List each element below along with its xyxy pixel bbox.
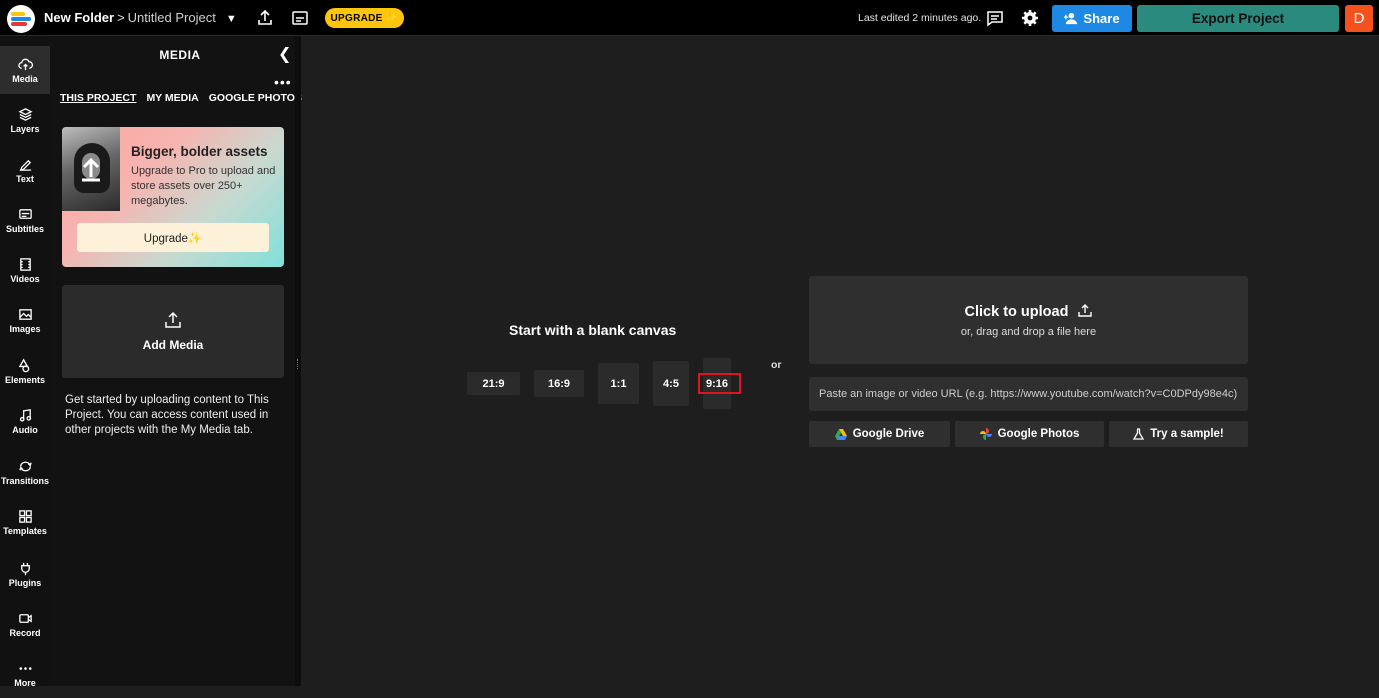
help-text: Get started by uploading content to This… bbox=[65, 394, 269, 436]
breadcrumb-separator: > bbox=[117, 10, 125, 25]
audio-icon bbox=[19, 408, 31, 422]
promo-image bbox=[62, 127, 120, 211]
tab-this-project[interactable]: THIS PROJECT bbox=[60, 92, 136, 104]
share-button[interactable]: Share bbox=[1052, 5, 1132, 32]
tab-google-photos[interactable]: GOOGLE PHOTOS bbox=[209, 92, 302, 104]
upgrade-button[interactable]: UPGRADE ✨ bbox=[325, 8, 404, 28]
media-icon bbox=[17, 58, 33, 70]
subtitles-toolbar-icon[interactable] bbox=[291, 9, 309, 27]
breadcrumb: New Folder > Untitled Project ▼ bbox=[44, 10, 237, 25]
project-name[interactable]: Untitled Project bbox=[128, 10, 216, 25]
rail-item-plugins[interactable]: Plugins bbox=[0, 550, 50, 598]
rail-item-text[interactable]: Text bbox=[0, 146, 50, 194]
add-media-label: Add Media bbox=[142, 338, 204, 352]
add-person-icon bbox=[1064, 12, 1078, 25]
google-photos-button[interactable]: Google Photos bbox=[955, 421, 1104, 447]
top-bar: New Folder > Untitled Project ▼ UPGRADE ✨ L… bbox=[0, 0, 1379, 36]
upload-subtitle: or, drag and drop a file here bbox=[960, 326, 1097, 338]
upload-title: Click to upload bbox=[809, 303, 1248, 320]
ratio-21-9-button[interactable]: 21:9 bbox=[467, 372, 520, 395]
media-panel: MEDIA ❮ ••• THIS PROJECT MY MEDIA GOOGLE… bbox=[50, 36, 302, 686]
rail-item-transitions[interactable]: Transitions bbox=[0, 448, 50, 496]
record-icon bbox=[18, 613, 32, 623]
ratio-16-9-button[interactable]: 16:9 bbox=[534, 370, 584, 397]
google-drive-label: Google Drive bbox=[852, 428, 925, 440]
google-drive-icon bbox=[834, 428, 847, 440]
elements-icon bbox=[18, 358, 29, 372]
rail-item-record[interactable]: Record bbox=[0, 600, 50, 648]
rail-label: Record bbox=[9, 627, 41, 638]
rail-label: Media bbox=[12, 73, 38, 84]
breadcrumb-folder[interactable]: New Folder bbox=[44, 10, 114, 25]
blank-canvas-title: Start with a blank canvas bbox=[509, 322, 677, 338]
rail-item-media[interactable]: Media bbox=[0, 46, 50, 94]
export-project-button[interactable]: Export Project bbox=[1137, 5, 1339, 32]
rail-item-videos[interactable]: Videos bbox=[0, 246, 50, 294]
rail-label: Transitions bbox=[0, 475, 49, 486]
tab-my-media[interactable]: MY MEDIA bbox=[146, 92, 198, 104]
upload-icon bbox=[165, 311, 181, 328]
add-media-button[interactable]: Add Media bbox=[62, 285, 284, 378]
try-sample-button[interactable]: Try a sample! bbox=[1109, 421, 1248, 447]
more-icon bbox=[19, 666, 31, 670]
rail-label: Text bbox=[16, 173, 34, 184]
panel-resize-handle[interactable] bbox=[295, 36, 301, 686]
rail-label: Templates bbox=[3, 525, 47, 536]
rail-label: Videos bbox=[10, 273, 40, 284]
left-rail: Media Layers Text Subtitles Videos Image… bbox=[0, 36, 50, 688]
rail-item-subtitles[interactable]: Subtitles bbox=[0, 196, 50, 244]
ratio-1-1-button[interactable]: 1:1 bbox=[598, 363, 639, 404]
last-edited-status: Last edited 2 minutes ago. bbox=[858, 12, 982, 24]
avatar[interactable]: D bbox=[1345, 5, 1373, 32]
try-sample-label: Try a sample! bbox=[1150, 428, 1224, 440]
google-drive-button[interactable]: Google Drive bbox=[809, 421, 950, 447]
rail-label: Elements bbox=[4, 374, 46, 385]
upload-dropzone[interactable]: Click to upload or, drag and drop a file… bbox=[809, 276, 1248, 364]
templates-icon bbox=[18, 509, 32, 523]
rail-item-images[interactable]: Images bbox=[0, 296, 50, 344]
upload-arrow-icon bbox=[82, 157, 100, 182]
share-label: Share bbox=[1083, 11, 1120, 26]
plugins-icon bbox=[20, 562, 30, 575]
comments-icon[interactable] bbox=[986, 9, 1004, 27]
gear-icon[interactable] bbox=[1021, 9, 1039, 27]
google-photos-label: Google Photos bbox=[997, 428, 1080, 440]
rail-item-elements[interactable]: Elements bbox=[0, 347, 50, 395]
rail-label: Layers bbox=[10, 123, 40, 134]
rail-label: Images bbox=[9, 323, 41, 334]
or-divider: or bbox=[771, 359, 782, 371]
promo-description: Upgrade to Pro to upload and store asset… bbox=[131, 165, 276, 207]
url-input[interactable] bbox=[809, 377, 1248, 411]
upgrade-promo-card: Bigger, bolder assets Upgrade to Pro to … bbox=[62, 127, 284, 267]
chevron-down-icon[interactable]: ▼ bbox=[226, 13, 237, 25]
media-tabs: THIS PROJECT MY MEDIA GOOGLE PHOTOS bbox=[60, 92, 302, 104]
flask-icon bbox=[1133, 428, 1145, 440]
rail-item-audio[interactable]: Audio bbox=[0, 397, 50, 445]
layers-icon bbox=[17, 107, 33, 121]
upload-icon[interactable] bbox=[256, 9, 274, 27]
videos-icon bbox=[19, 257, 31, 271]
subtitles-icon bbox=[18, 208, 32, 219]
panel-title: MEDIA bbox=[159, 48, 201, 62]
images-icon bbox=[18, 308, 32, 320]
ratio-4-5-button[interactable]: 4:5 bbox=[653, 361, 689, 406]
google-photos-icon bbox=[979, 428, 992, 440]
rail-label: Audio bbox=[12, 424, 38, 435]
rail-item-templates[interactable]: Templates bbox=[0, 498, 50, 546]
rail-label: Plugins bbox=[8, 577, 42, 588]
chevron-left-icon[interactable]: ❮ bbox=[278, 44, 291, 64]
more-options-icon[interactable]: ••• bbox=[274, 74, 292, 90]
rail-item-layers[interactable]: Layers bbox=[0, 96, 50, 144]
rail-label: Subtitles bbox=[5, 223, 44, 234]
text-icon bbox=[19, 159, 31, 171]
promo-title: Bigger, bolder assets bbox=[131, 144, 268, 159]
rail-label: More bbox=[14, 677, 36, 688]
upload-icon bbox=[1078, 304, 1093, 317]
promo-upgrade-button[interactable]: Upgrade✨ bbox=[77, 223, 269, 252]
app-logo[interactable] bbox=[7, 5, 35, 33]
rail-item-more[interactable]: More bbox=[0, 650, 50, 698]
selection-highlight bbox=[698, 373, 741, 394]
transitions-icon bbox=[18, 461, 32, 471]
